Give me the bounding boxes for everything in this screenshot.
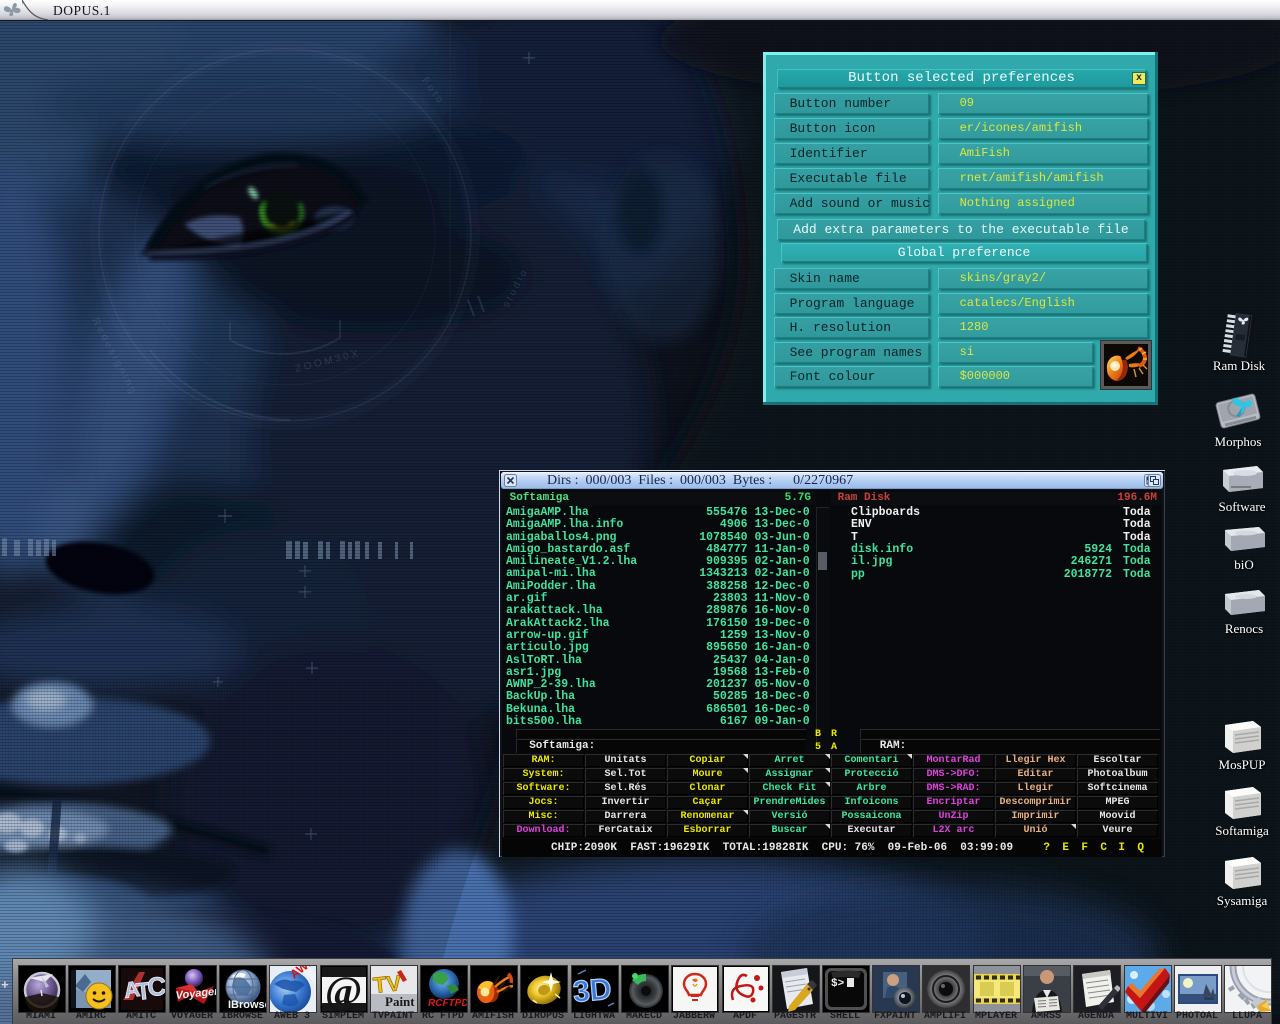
- svg-text:IBrowse: IBrowse: [228, 999, 266, 1011]
- svg-text:C: C: [146, 971, 165, 1002]
- svg-text:RCFTPD: RCFTPD: [428, 998, 467, 1009]
- svg-text:Paint: Paint: [385, 994, 415, 1009]
- svg-text:@: @: [325, 968, 362, 1012]
- svg-text:3D: 3D: [572, 973, 613, 1009]
- svg-text:$>: $>: [831, 978, 845, 990]
